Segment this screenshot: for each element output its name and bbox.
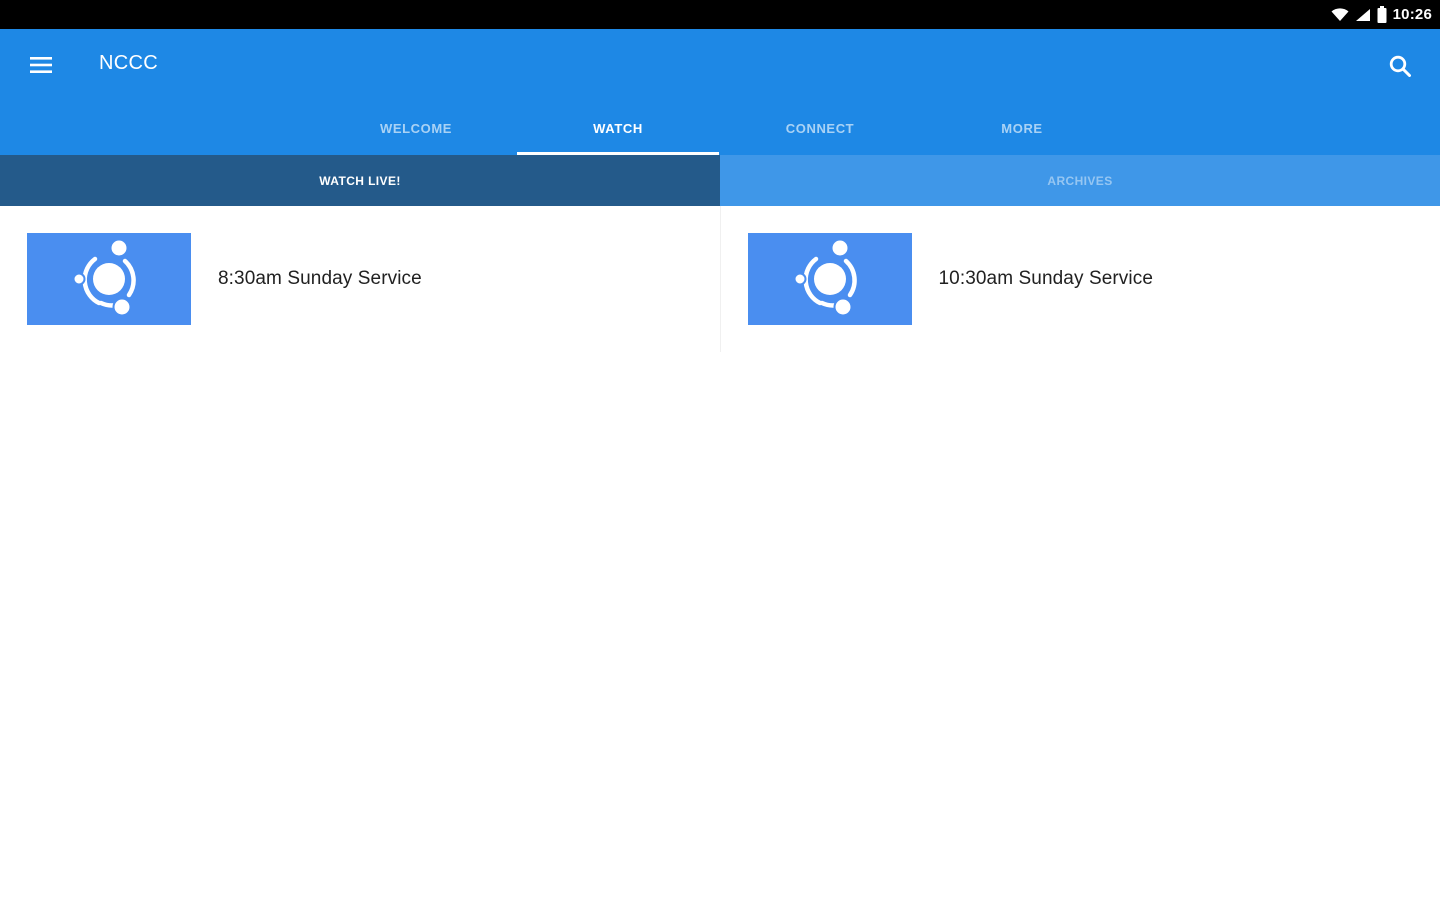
search-button[interactable] [1382, 49, 1418, 83]
service-card[interactable]: 8:30am Sunday Service [0, 206, 720, 352]
service-title: 10:30am Sunday Service [938, 268, 1153, 289]
service-title: 8:30am Sunday Service [218, 268, 422, 289]
service-card[interactable]: 10:30am Sunday Service [719, 206, 1440, 352]
sub-tab-archives[interactable]: ARCHIVES [720, 155, 1440, 206]
signal-icon [1355, 8, 1370, 21]
main-tabs: WELCOME WATCH CONNECT MORE [315, 102, 1123, 155]
service-thumbnail [747, 233, 912, 325]
app-logo-icon [73, 239, 136, 317]
app-bar: NCCC WELCOME WATCH CONNECT MORE [0, 29, 1440, 155]
menu-button[interactable] [22, 49, 60, 81]
status-icons: 10:26 [1331, 0, 1432, 29]
tab-welcome[interactable]: WELCOME [315, 102, 517, 155]
menu-icon [30, 57, 52, 73]
tab-watch[interactable]: WATCH [517, 102, 719, 155]
sub-tab-watch-live[interactable]: WATCH LIVE! [0, 155, 720, 206]
service-list: 8:30am Sunday Service 10:30am Sunday Ser… [0, 206, 1440, 352]
battery-icon [1377, 6, 1387, 23]
status-time: 10:26 [1392, 6, 1432, 23]
wifi-icon [1331, 7, 1349, 21]
app-logo-icon [793, 239, 857, 317]
tab-connect[interactable]: CONNECT [719, 102, 921, 155]
search-icon [1389, 55, 1411, 77]
service-thumbnail [27, 233, 191, 325]
tab-more[interactable]: MORE [921, 102, 1123, 155]
status-bar: 10:26 [0, 0, 1440, 29]
sub-tabs: WATCH LIVE! ARCHIVES [0, 155, 1440, 206]
app-title: NCCC [99, 52, 158, 74]
